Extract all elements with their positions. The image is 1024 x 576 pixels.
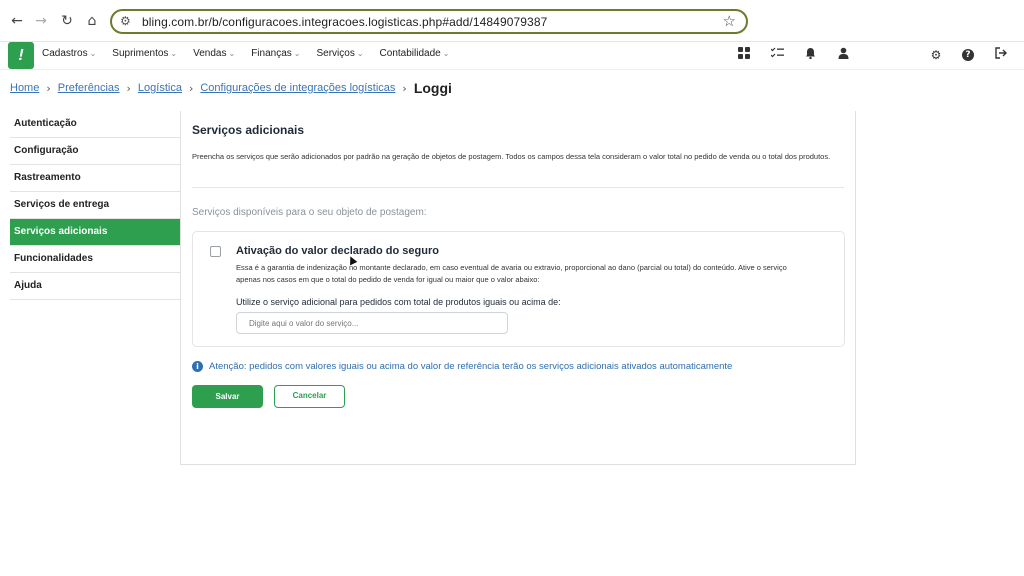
breadcrumb-preferencias[interactable]: Preferências: [58, 82, 120, 94]
breadcrumb-home[interactable]: Home: [10, 82, 39, 94]
back-icon[interactable]: ←: [8, 12, 26, 30]
bling-logo[interactable]: !: [8, 42, 34, 69]
home-icon[interactable]: ⌂: [83, 12, 101, 30]
sidebar-item-configuracao[interactable]: Configuração: [10, 138, 180, 165]
sidebar-item-servicos-entrega[interactable]: Serviços de entrega: [10, 192, 180, 219]
menu-financas[interactable]: Finanças ⌄: [251, 48, 300, 59]
services-panel: Serviços adicionais Preencha os serviços…: [180, 111, 856, 465]
tasks-checklist-icon[interactable]: [769, 47, 785, 63]
address-bar[interactable]: ⚙ bling.com.br/b/configuracoes.integraco…: [110, 9, 748, 34]
section-heading: Serviços adicionais: [192, 123, 305, 137]
url-text[interactable]: bling.com.br/b/configuracoes.integracoes…: [142, 15, 547, 29]
apps-grid-icon[interactable]: [736, 47, 752, 63]
breadcrumb-configuracoes[interactable]: Configurações de integrações logísticas: [200, 82, 395, 94]
available-services-heading: Serviços disponíveis para o seu objeto d…: [192, 207, 427, 218]
app-header: ! Cadastros ⌄ Suprimentos ⌄ Vendas ⌄ Finanç…: [0, 42, 1024, 70]
divider: [192, 187, 844, 188]
service-title: Ativação do valor declarado do seguro: [236, 245, 439, 257]
bookmark-star-icon[interactable]: ☆: [723, 12, 736, 30]
reload-icon[interactable]: ↻: [58, 12, 76, 30]
sidebar-item-funcionalidades[interactable]: Funcionalidades: [10, 246, 180, 273]
section-description: Preencha os serviços que serão adicionad…: [192, 152, 831, 161]
save-button[interactable]: Salvar: [192, 385, 263, 408]
bell-icon[interactable]: [802, 47, 818, 63]
breadcrumb: Home › Preferências › Logística › Config…: [10, 80, 452, 96]
forward-icon[interactable]: →: [32, 12, 50, 30]
chevron-down-icon: ⌄: [293, 49, 301, 58]
chevron-down-icon: ⌄: [170, 49, 178, 58]
chevron-right-icon: ›: [188, 81, 194, 95]
service-description: Essa é a garantia de indenização no mont…: [236, 263, 787, 284]
menu-vendas[interactable]: Vendas ⌄: [193, 48, 235, 59]
sidebar-item-rastreamento[interactable]: Rastreamento: [10, 165, 180, 192]
help-icon[interactable]: ?: [962, 49, 974, 61]
site-settings-icon[interactable]: ⚙: [120, 14, 131, 28]
settings-gear-icon[interactable]: ⚙: [928, 47, 944, 63]
settings-sidebar: Autenticação Configuração Rastreamento S…: [10, 111, 180, 300]
sidebar-item-autenticacao[interactable]: Autenticação: [10, 111, 180, 138]
user-icon[interactable]: [835, 47, 851, 63]
menu-servicos[interactable]: Serviços ⌄: [316, 48, 363, 59]
chevron-down-icon: ⌄: [442, 49, 450, 58]
breadcrumb-logistica[interactable]: Logística: [138, 82, 182, 94]
menu-contabilidade[interactable]: Contabilidade ⌄: [380, 48, 450, 59]
chevron-right-icon: ›: [126, 81, 131, 95]
cancel-button[interactable]: Cancelar: [274, 385, 345, 408]
info-text: Atenção: pedidos com valores iguais ou a…: [209, 361, 733, 372]
page-title: Loggi: [413, 80, 452, 96]
service-value-input[interactable]: [236, 312, 508, 334]
menu-cadastros[interactable]: Cadastros ⌄: [42, 48, 96, 59]
service-input-label: Utilize o serviço adicional para pedidos…: [236, 297, 561, 307]
chevron-down-icon: ⌄: [89, 49, 97, 58]
chevron-down-icon: ⌄: [228, 49, 236, 58]
logout-icon[interactable]: [993, 47, 1009, 63]
seguro-checkbox[interactable]: [210, 246, 221, 257]
chevron-right-icon: ›: [402, 81, 407, 95]
service-card-seguro: Ativação do valor declarado do seguro Es…: [192, 231, 845, 347]
chevron-down-icon: ⌄: [356, 49, 364, 58]
main-menu: Cadastros ⌄ Suprimentos ⌄ Vendas ⌄ Finanças…: [42, 48, 465, 59]
info-notice: i Atenção: pedidos com valores iguais ou…: [192, 361, 732, 372]
menu-suprimentos[interactable]: Suprimentos ⌄: [112, 48, 177, 59]
info-icon: i: [192, 361, 203, 372]
sidebar-item-servicos-adicionais[interactable]: Serviços adicionais: [10, 219, 180, 246]
browser-toolbar: ← → ↻ ⌂ ⚙ bling.com.br/b/configuracoes.i…: [0, 0, 1024, 42]
chevron-right-icon: ›: [46, 81, 51, 95]
sidebar-item-ajuda[interactable]: Ajuda: [10, 273, 180, 300]
